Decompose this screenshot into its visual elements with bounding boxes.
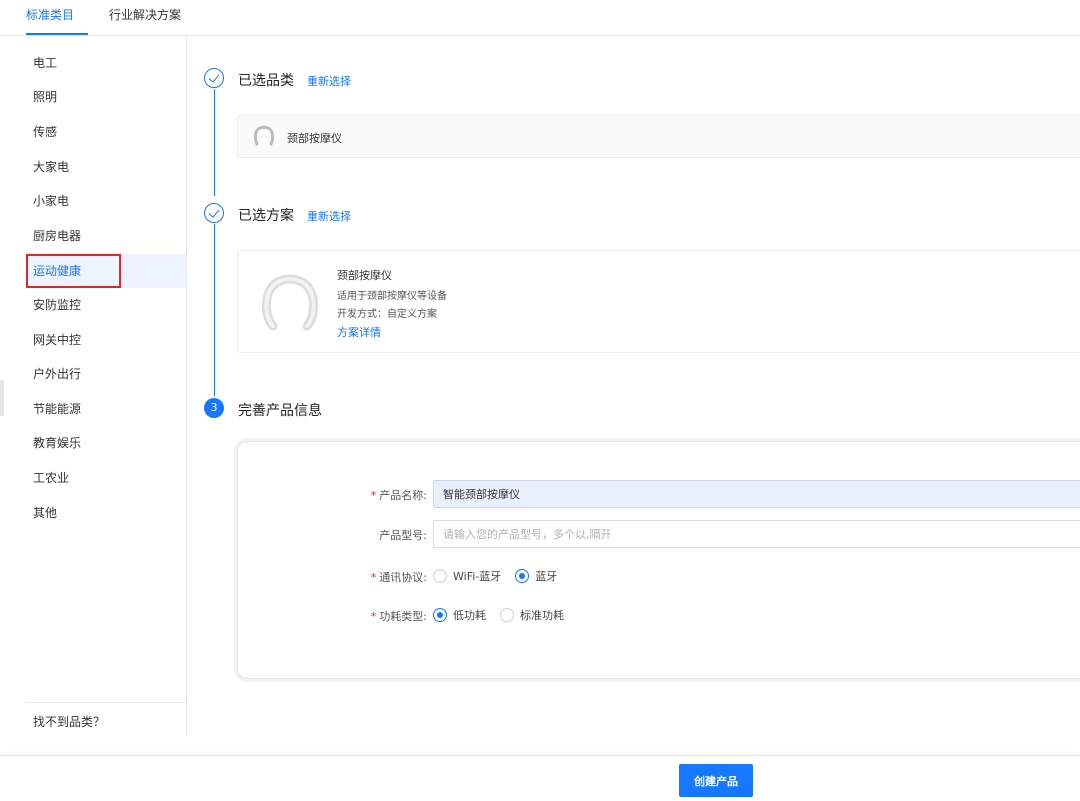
sidebar-item-kitchen[interactable]: 厨房电器 — [26, 219, 186, 253]
tab-standard-category[interactable]: 标准类目 — [26, 6, 74, 23]
plan-detail-link[interactable]: 方案详情 — [337, 324, 381, 340]
step-done-check-icon — [204, 203, 224, 223]
sidebar-item-sensor[interactable]: 传感 — [26, 115, 186, 149]
radio-low-power[interactable]: 低功耗 — [433, 607, 486, 623]
power-radio-group: 低功耗 标准功耗 — [433, 605, 578, 625]
step-plan-title: 已选方案 — [238, 208, 294, 224]
tab-industry-solution[interactable]: 行业解决方案 — [109, 6, 181, 23]
sidebar-item-outdoor[interactable]: 户外出行 — [26, 357, 186, 391]
sidebar-item-small-appliance[interactable]: 小家电 — [26, 184, 186, 218]
form-label-protocol: * 通讯协议: — [370, 571, 427, 584]
step-done-check-icon — [204, 68, 224, 88]
step-info-title: 完善产品信息 — [238, 403, 322, 419]
sidebar-item-education[interactable]: 教育娱乐 — [26, 426, 186, 460]
step-number-badge: 3 — [204, 398, 224, 418]
form-label-product-name: * 产品名称: — [370, 489, 427, 502]
category-tabs: 标准类目 行业解决方案 — [0, 0, 1080, 36]
step-connector — [214, 224, 215, 396]
selected-category-name: 颈部按摩仪 — [287, 132, 342, 145]
create-product-button[interactable]: 创建产品 — [679, 764, 753, 797]
sidebar-item-industry-agriculture[interactable]: 工农业 — [26, 461, 186, 495]
radio-circle-icon[interactable] — [500, 608, 514, 622]
sidebar-item-electrician[interactable]: 电工 — [26, 46, 186, 80]
step-category-title: 已选品类 — [238, 73, 294, 89]
category-sidebar: 电工 照明 传感 大家电 小家电 厨房电器 运动健康 安防监控 网关中控 户外出… — [0, 36, 187, 736]
sidebar-item-gateway[interactable]: 网关中控 — [26, 323, 186, 357]
protocol-radio-group: WiFi-蓝牙 蓝牙 — [433, 566, 571, 586]
plan-description: 适用于颈部按摩仪等设备 — [337, 291, 447, 302]
selected-category-card: 颈部按摩仪 — [237, 115, 1080, 158]
reselect-category-link[interactable]: 重新选择 — [307, 73, 351, 89]
collapse-handle[interactable] — [0, 380, 4, 416]
form-label-power: * 功耗类型: — [370, 610, 427, 623]
sidebar-item-other[interactable]: 其他 — [26, 496, 186, 530]
selected-plan-card: 颈部按摩仪 适用于颈部按摩仪等设备 开发方式：自定义方案 方案详情 — [237, 250, 1080, 353]
radio-bluetooth[interactable]: 蓝牙 — [515, 568, 557, 584]
sidebar-item-sports-health[interactable]: 运动健康 — [26, 254, 186, 288]
radio-checked-icon[interactable] — [433, 608, 447, 622]
category-not-found-link[interactable]: 找不到品类？ — [26, 702, 186, 730]
product-model-input[interactable] — [433, 520, 1080, 548]
radio-circle-icon[interactable] — [433, 569, 447, 583]
product-name-input[interactable] — [433, 480, 1080, 508]
radio-checked-icon[interactable] — [515, 569, 530, 583]
reselect-plan-link[interactable]: 重新选择 — [307, 208, 351, 224]
sidebar-item-security[interactable]: 安防监控 — [26, 288, 186, 322]
plan-dev-mode: 开发方式：自定义方案 — [337, 309, 437, 320]
neck-massager-icon — [253, 125, 275, 146]
step-connector — [214, 89, 215, 196]
sidebar-item-large-appliance[interactable]: 大家电 — [26, 150, 186, 184]
footer-bar: 创建产品 — [0, 755, 1080, 801]
form-label-product-model: 产品型号: — [379, 529, 427, 542]
active-tab-indicator — [26, 33, 88, 35]
radio-wifi-bluetooth[interactable]: WiFi-蓝牙 — [433, 568, 501, 584]
plan-name: 颈部按摩仪 — [337, 269, 392, 282]
sidebar-item-lighting[interactable]: 照明 — [26, 80, 186, 114]
sidebar-item-energy[interactable]: 节能能源 — [26, 392, 186, 426]
product-info-form — [237, 441, 1080, 679]
radio-standard-power[interactable]: 标准功耗 — [500, 607, 564, 623]
neck-massager-icon — [261, 274, 319, 331]
